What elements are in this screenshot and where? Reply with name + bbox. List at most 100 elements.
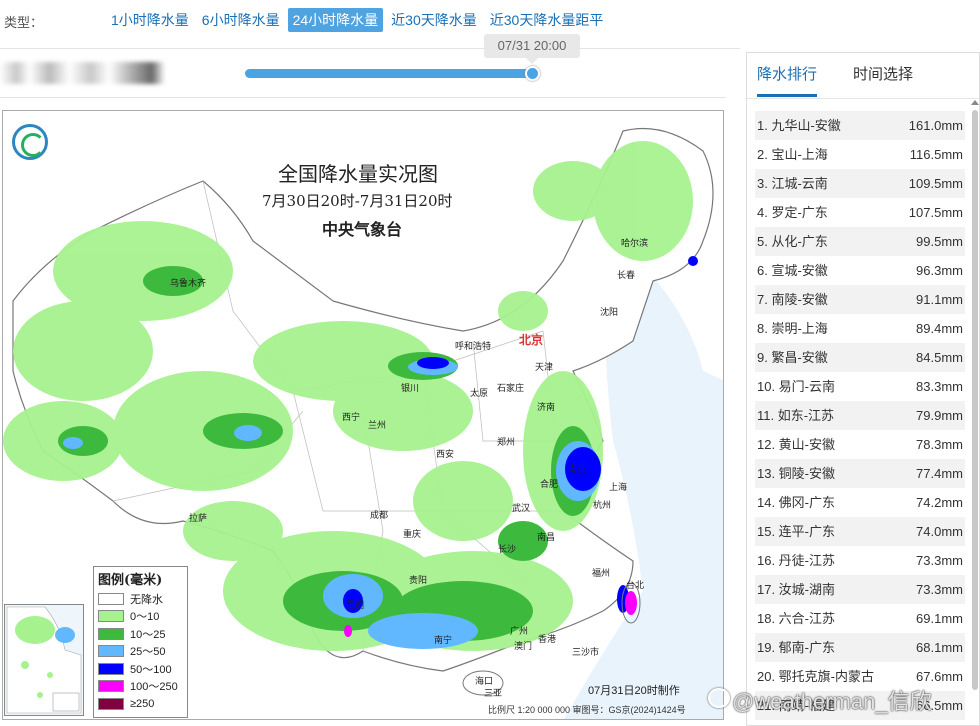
ranking-value: 74.0mm bbox=[916, 524, 963, 539]
ranking-scrollbar[interactable] bbox=[972, 110, 978, 690]
type-label: 类型： bbox=[4, 15, 44, 30]
tab-30d-anomaly[interactable]: 近30天降水量距平 bbox=[485, 8, 609, 32]
ranking-value: 89.4mm bbox=[916, 321, 963, 336]
ranking-row[interactable]: 9. 繁昌-安徽 84.5mm bbox=[755, 343, 965, 372]
ranking-station: 17. 汝城-湖南 bbox=[757, 582, 836, 597]
legend-item: ≥250 bbox=[98, 695, 183, 713]
ranking-value: 68.1mm bbox=[916, 640, 963, 655]
tab-precip-ranking[interactable]: 降水排行 bbox=[757, 63, 818, 97]
ranking-row[interactable]: 15. 连平-广东 74.0mm bbox=[755, 517, 965, 546]
ranking-value: 116.5mm bbox=[909, 147, 963, 162]
city-taibei: 台北 bbox=[626, 580, 645, 590]
city-lasa: 拉萨 bbox=[189, 513, 208, 523]
city-haerbin: 哈尔滨 bbox=[621, 238, 649, 248]
city-nanjing: 南京 bbox=[568, 464, 587, 474]
city-wulumuqi: 乌鲁木齐 bbox=[170, 278, 207, 288]
ranking-value: 161.0mm bbox=[908, 118, 963, 133]
city-shanghai: 上海 bbox=[609, 482, 628, 492]
city-changchun: 长春 bbox=[617, 270, 636, 280]
ranking-value: 73.3mm bbox=[916, 553, 963, 568]
tab-24h-precip[interactable]: 24小时降水量 bbox=[287, 8, 384, 32]
ranking-value: 96.3mm bbox=[916, 263, 963, 278]
ranking-row[interactable]: 17. 汝城-湖南 73.3mm bbox=[755, 575, 965, 604]
ranking-row[interactable]: 4. 罗定-广东 107.5mm bbox=[755, 198, 965, 227]
slider-time-tooltip: 07/31 20:00 bbox=[484, 34, 580, 64]
ranking-station: 3. 江城-云南 bbox=[757, 176, 828, 191]
legend-item: 100～250 bbox=[98, 678, 183, 696]
ranking-station: 6. 宣城-安徽 bbox=[757, 263, 828, 278]
ranking-row[interactable]: 18. 六合-江苏 69.1mm bbox=[755, 604, 965, 633]
map-legend: 图例(毫米) 无降水 0～10 10～25 25～50 50～100 100～2… bbox=[93, 566, 188, 718]
ranking-station: 14. 佛冈-广东 bbox=[757, 495, 836, 510]
ranking-station: 8. 崇明-上海 bbox=[757, 321, 828, 336]
city-guangzhou: 广州 bbox=[510, 626, 529, 636]
ranking-row[interactable]: 7. 南陵-安徽 91.1mm bbox=[755, 285, 965, 314]
legend-item: 无降水 bbox=[98, 590, 183, 608]
ranking-station: 5. 从化-广东 bbox=[757, 234, 828, 249]
ranking-row[interactable]: 19. 郁南-广东 68.1mm bbox=[755, 633, 965, 662]
scroll-up-arrow[interactable] bbox=[971, 100, 979, 105]
ranking-value: 74.2mm bbox=[916, 495, 963, 510]
ranking-row[interactable]: 14. 佛冈-广东 74.2mm bbox=[755, 488, 965, 517]
ranking-station: 11. 如东-江苏 bbox=[757, 408, 835, 423]
cma-logo bbox=[12, 124, 48, 160]
city-shijiazhuang: 石家庄 bbox=[497, 383, 525, 393]
city-hefei: 合肥 bbox=[540, 479, 559, 489]
ranking-row[interactable]: 6. 宣城-安徽 96.3mm bbox=[755, 256, 965, 285]
ranking-row[interactable]: 5. 从化-广东 99.5mm bbox=[755, 227, 965, 256]
ranking-row[interactable]: 8. 崇明-上海 89.4mm bbox=[755, 314, 965, 343]
city-xining: 西宁 bbox=[342, 412, 361, 422]
legend-item: 0～10 bbox=[98, 608, 183, 626]
legend-item: 50～100 bbox=[98, 660, 183, 678]
ranking-station: 4. 罗定-广东 bbox=[757, 205, 828, 220]
ranking-row[interactable]: 10. 易门-云南 83.3mm bbox=[755, 372, 965, 401]
city-xian: 西安 bbox=[436, 449, 455, 459]
ranking-row[interactable]: 3. 江城-云南 109.5mm bbox=[755, 169, 965, 198]
ranking-value: 107.5mm bbox=[908, 205, 963, 220]
south-china-sea-inset bbox=[4, 604, 84, 716]
city-chongqing: 重庆 bbox=[403, 529, 422, 539]
city-hangzhou: 杭州 bbox=[593, 500, 612, 510]
city-fuzhou: 福州 bbox=[592, 568, 611, 578]
tab-30d-precip[interactable]: 近30天降水量 bbox=[386, 8, 482, 32]
city-kunming: 昆明 bbox=[346, 600, 365, 610]
ranking-station: 18. 六合-江苏 bbox=[757, 611, 836, 626]
city-changsha: 长沙 bbox=[498, 544, 517, 554]
city-nanchang: 南昌 bbox=[537, 532, 556, 542]
divider bbox=[0, 97, 726, 98]
ranking-row[interactable]: 12. 黄山-安徽 78.3mm bbox=[755, 430, 965, 459]
ranking-station: 15. 连平-广东 bbox=[757, 524, 836, 539]
watermark: @weatherman_信欣 bbox=[732, 689, 932, 714]
city-chengdu: 成都 bbox=[370, 510, 389, 520]
ranking-value: 99.5mm bbox=[916, 234, 963, 249]
city-wuhan: 武汉 bbox=[512, 503, 531, 513]
city-lanzhou: 兰州 bbox=[368, 420, 387, 430]
city-taiyuan: 太原 bbox=[470, 388, 489, 398]
city-yinchuan: 银川 bbox=[401, 383, 420, 393]
ranking-row[interactable]: 1. 九华山-安徽 161.0mm bbox=[755, 111, 965, 140]
ranking-station: 10. 易门-云南 bbox=[757, 379, 836, 394]
divider bbox=[0, 48, 740, 49]
ranking-row[interactable]: 16. 丹徒-江苏 73.3mm bbox=[755, 546, 965, 575]
ranking-row[interactable]: 13. 铜陵-安徽 77.4mm bbox=[755, 459, 965, 488]
city-zhengzhou: 郑州 bbox=[497, 437, 516, 447]
blurred-logo bbox=[0, 62, 165, 84]
ranking-station: 7. 南陵-安徽 bbox=[757, 292, 828, 307]
map-agency: 中央气象台 bbox=[322, 220, 403, 239]
ranking-row[interactable]: 11. 如东-江苏 79.9mm bbox=[755, 401, 965, 430]
tab-6h-precip[interactable]: 6小时降水量 bbox=[197, 8, 285, 32]
ranking-station: 16. 丹徒-江苏 bbox=[757, 553, 836, 568]
ranking-station: 19. 郁南-广东 bbox=[757, 640, 836, 655]
ranking-value: 84.5mm bbox=[916, 350, 963, 365]
map-period: 7月30日20时-7月31日20时 bbox=[262, 192, 453, 210]
time-slider-track[interactable] bbox=[245, 69, 535, 78]
city-sansha: 三沙市 bbox=[572, 647, 600, 657]
legend-item: 10～25 bbox=[98, 625, 183, 643]
tab-time-select[interactable]: 时间选择 bbox=[853, 63, 913, 94]
type-tabs: 1小时降水量 6小时降水量 24小时降水量 近30天降水量 近30天降水量距平 bbox=[106, 8, 608, 32]
time-slider-handle[interactable] bbox=[525, 66, 540, 81]
ranking-row[interactable]: 2. 宝山-上海 116.5mm bbox=[755, 140, 965, 169]
tab-1h-precip[interactable]: 1小时降水量 bbox=[106, 8, 194, 32]
ranking-value: 73.3mm bbox=[916, 582, 963, 597]
legend-title: 图例(毫米) bbox=[98, 573, 163, 588]
